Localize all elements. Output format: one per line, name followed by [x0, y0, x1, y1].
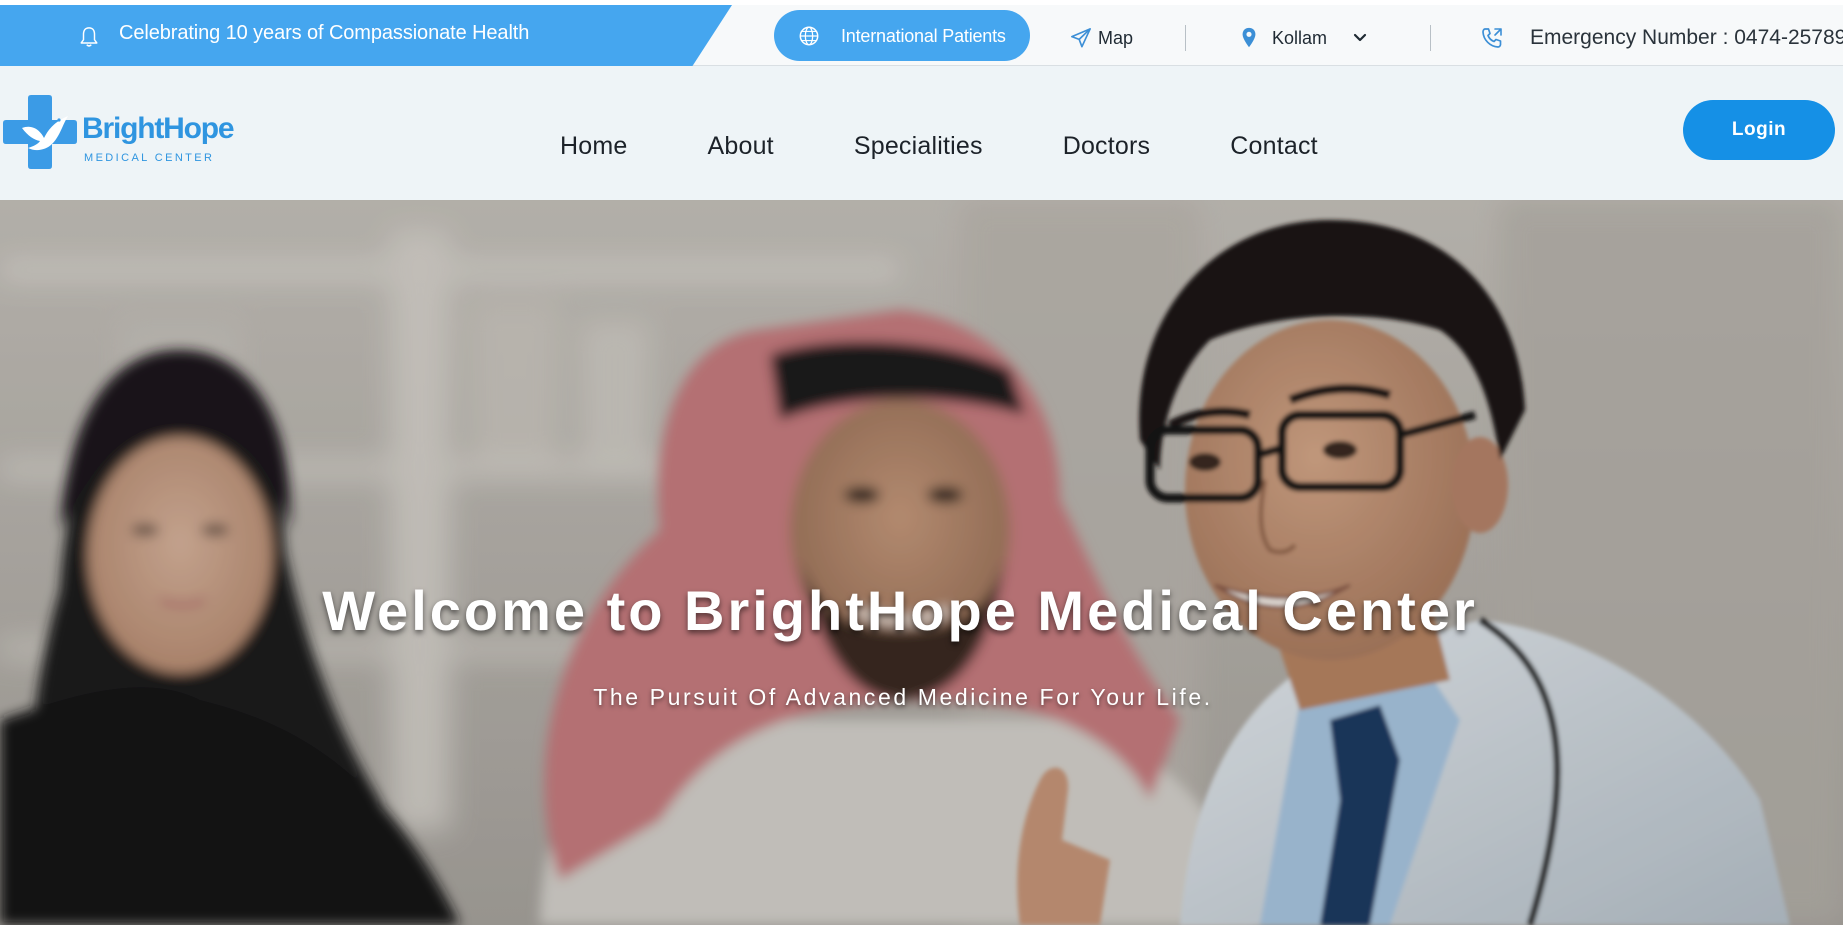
hero-title: Welcome to BrightHope Medical Center [322, 579, 1478, 642]
logo-name: BrightHope [82, 112, 235, 145]
bell-icon [80, 27, 98, 47]
nav-home[interactable]: Home [560, 132, 628, 161]
divider [1430, 25, 1431, 51]
map-label: Map [1098, 27, 1134, 48]
international-patients-label: International Patients [841, 26, 1006, 46]
emergency-contact: Emergency Number : 0474-25789 [1480, 26, 1843, 50]
login-button[interactable]: Login [1683, 100, 1835, 160]
nav-about[interactable]: About [708, 132, 774, 161]
hero-banner: Welcome to BrightHope Medical Center The… [0, 200, 1843, 925]
location-selector[interactable]: Kollam [1240, 27, 1367, 49]
site-logo[interactable]: BrightHope MEDICAL CENTER [2, 94, 235, 174]
location-label: Kollam [1272, 27, 1328, 48]
map-pin-icon [1242, 27, 1256, 48]
promo-banner: Celebrating 10 years of Compassionate He… [0, 5, 732, 66]
main-navbar: BrightHope MEDICAL CENTER Home About Spe… [0, 66, 1843, 200]
map-link[interactable]: Map [1070, 27, 1133, 49]
hero-subtitle: The Pursuit Of Advanced Medicine For You… [593, 684, 1213, 710]
divider [1185, 25, 1186, 51]
globe-icon [799, 26, 819, 46]
nav-doctors[interactable]: Doctors [1063, 132, 1151, 161]
medical-cross-dove-icon [3, 95, 77, 169]
hero-background-image [0, 200, 1843, 925]
chevron-down-icon [1353, 33, 1367, 42]
emergency-number: Emergency Number : 0474-25789 [1530, 26, 1843, 49]
nav-specialities[interactable]: Specialities [854, 132, 983, 161]
international-patients-button[interactable]: International Patients [774, 10, 1030, 61]
paper-plane-icon [1071, 28, 1091, 48]
promo-text: Celebrating 10 years of Compassionate He… [119, 22, 530, 44]
phone-icon [1482, 28, 1502, 48]
logo-subtitle: MEDICAL CENTER [84, 152, 215, 164]
nav-contact[interactable]: Contact [1230, 132, 1318, 161]
top-bar: Celebrating 10 years of Compassionate He… [0, 5, 1843, 66]
primary-nav: Home About Specialities Doctors Contact [560, 132, 1398, 161]
